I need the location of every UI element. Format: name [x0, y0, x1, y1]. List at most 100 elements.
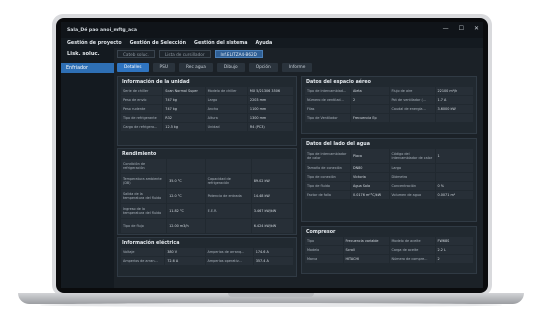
app-window: Sala_Dé pao anoi_mftg_aca — ☐ ✕ Gestión … — [61, 22, 483, 288]
agua-value-cell — [435, 173, 473, 181]
rendimiento-label-cell: Tipo de flujo — [121, 219, 167, 233]
panel-compresor: Compresor Tipo Frecuencia variable Modelo … — [301, 226, 477, 274]
compresor-label-cell: Número de compre... — [389, 255, 435, 263]
electrica-value-cell: 174.6 A — [253, 248, 293, 256]
unidad-value-cell: Scan Normal Super — [163, 87, 205, 95]
agua-label-cell: Volumen de agua — [389, 191, 435, 199]
agua-value-cell: 0.0176 m²°C/kW — [351, 191, 389, 199]
agua-label-cell: Concentración — [389, 182, 435, 190]
maximize-icon[interactable]: ☐ — [459, 26, 464, 32]
agua-label-cell: Tipo de fluido — [305, 182, 350, 190]
panel-unidad-title: Información de la unidad — [122, 80, 190, 85]
espacio-value-cell: 22100 m³/h — [435, 87, 473, 95]
rendimiento-label-cell: Temperatura ambiente (DB) — [121, 174, 167, 188]
laptop-shadow — [40, 303, 502, 307]
unidad-value-cell: 1300 mm — [247, 114, 293, 122]
rendimiento-value-cell: 89.02 kW — [251, 174, 293, 188]
unidad-label-cell: Modelo de chiller — [205, 87, 247, 95]
rendimiento-label-cell: Condición de refrigeración — [121, 159, 167, 173]
laptop-hinge-notch — [228, 293, 314, 297]
rendimiento-value-cell — [167, 159, 205, 173]
panel-electrica: Información eléctrica Voltaje 380 V Amperi… — [117, 237, 297, 277]
tab-informe[interactable]: Informe — [281, 63, 313, 72]
rendimiento-value-cell: 14.48 kW — [251, 189, 293, 203]
breadcrumb-chip-model[interactable]: Inf.ELITZA4-B62D — [214, 50, 263, 58]
panel-rendimiento: Rendimiento Condición de refrigeración Te… — [117, 148, 297, 235]
unidad-label-cell: Unidad — [205, 123, 247, 131]
unidad-label-cell: Tipo de refrigerante — [121, 114, 163, 122]
espacio-label-cell: Tipo de intercambiad... — [305, 87, 350, 95]
minimize-icon[interactable]: — — [443, 26, 449, 32]
agua-value-cell: Victoria — [351, 173, 389, 181]
compresor-label-cell: Modelo — [305, 246, 343, 254]
espacio-value-cell: 2 — [351, 96, 389, 104]
espacio-label-cell: Tipo de Ventilador — [305, 114, 350, 122]
unidad-value-cell: 1100 mm — [247, 105, 293, 113]
espacio-value-cell — [351, 105, 389, 113]
unidad-label-cell: Largo — [205, 96, 247, 104]
espacio-value-cell — [435, 114, 473, 122]
espacio-value-cell: 3.6000 kW — [435, 105, 473, 113]
panel-unidad-table: Serie de chiller Scan Normal Super Modelo … — [121, 87, 293, 131]
agua-label-cell: Código del intercambiador de calor — [389, 149, 435, 163]
espacio-value-cell: 1.7 A — [435, 96, 473, 104]
rendimiento-label-cell: Capacidad de refrigeración — [205, 174, 251, 188]
panel-espacio-title: Datos del espacio aéreo — [306, 80, 371, 85]
agua-label-cell: Diámetro — [389, 173, 435, 181]
sidebar: Lisk. soluc. Enfriador — [61, 48, 114, 288]
unidad-value-cell: 747 kg — [163, 105, 205, 113]
rendimiento-value-cell — [251, 159, 293, 173]
panel-agua-title: Datos del lado del agua — [306, 142, 370, 147]
rendimiento-value-cell: 3.467 kW/kW — [251, 204, 293, 218]
menu-item-ayuda[interactable]: Ayuda — [256, 41, 273, 46]
unidad-value-cell: MX 5/21306 3506 — [247, 87, 293, 95]
tab-dibujo[interactable]: Dibujo — [216, 63, 245, 72]
agua-value-cell: Agua Sola — [351, 182, 389, 190]
compresor-value-cell: Frecuencia variable — [343, 237, 389, 245]
menu-item-sistema[interactable]: Gestión del sistema — [194, 41, 248, 46]
unidad-value-cell: 2203 mm — [247, 96, 293, 104]
unidad-label-cell: Peso de envío — [121, 96, 163, 104]
espacio-label-cell: Número de ventilad... — [305, 96, 350, 104]
tab-psu[interactable]: PSU — [152, 63, 176, 72]
rendimiento-value-cell: 12.0 °C — [167, 189, 205, 203]
compresor-label-cell: Tipo — [305, 237, 343, 245]
menu-item-seleccion[interactable]: Gestión de Selección — [130, 41, 186, 46]
agua-value-cell: Placa — [351, 149, 389, 163]
espacio-value-cell: Frecuencia Ep — [351, 114, 389, 122]
compresor-label-cell: Carga de aceite — [389, 246, 435, 254]
espacio-label-cell — [389, 114, 435, 122]
rendimiento-value-cell: 11.82 °C — [167, 204, 205, 218]
menu-item-proyecto[interactable]: Gestión de proyecto — [67, 41, 122, 46]
compresor-value-cell: 2 — [435, 255, 473, 263]
unidad-value-cell: R32 — [163, 114, 205, 122]
agua-value-cell: 0 % — [435, 182, 473, 190]
tab-rec-agua[interactable]: Rec agua — [179, 63, 213, 72]
tab-detalles[interactable]: Detalles — [117, 63, 149, 72]
espacio-label-cell: Caudal de energía... — [389, 105, 435, 113]
compresor-value-cell: Scroll — [343, 246, 389, 254]
breadcrumb-chip-soluc[interactable]: Cateb soluc. — [117, 50, 155, 58]
sidebar-title: Lisk. soluc. — [67, 51, 100, 57]
unidad-label-cell: Peso rudente — [121, 105, 163, 113]
unidad-value-cell: 12.5 kg — [163, 123, 205, 131]
panel-unidad: Información de la unidad Serie de chille… — [117, 76, 297, 146]
agua-label-cell: Tamaño de conexión — [305, 164, 350, 172]
agua-label-cell: Tipo de intercambiador de calor — [305, 149, 350, 163]
window-controls: — ☐ ✕ — [443, 26, 479, 32]
breadcrumb-chip-lista[interactable]: Lista de cursillador — [158, 50, 211, 58]
tab-opcion[interactable]: Opción — [248, 63, 278, 72]
electrica-value-cell: 357.4 A — [253, 257, 293, 265]
rendimiento-label-cell: Potencia de entrada — [205, 189, 251, 203]
agua-label-cell: Tipo de conexión — [305, 173, 350, 181]
unidad-label-cell: Serie de chiller — [121, 87, 163, 95]
rendimiento-label-cell — [205, 159, 251, 173]
compresor-value-cell: HITACHI — [343, 255, 389, 263]
electrica-value-cell: 380 V — [165, 248, 205, 256]
panel-electrica-title: Información eléctrica — [122, 241, 180, 246]
agua-value-cell: DN80 — [351, 164, 389, 172]
rendimiento-value-cell: 35.0 °C — [167, 174, 205, 188]
panel-rendimiento-title: Rendimiento — [122, 152, 157, 157]
close-icon[interactable]: ✕ — [474, 26, 479, 32]
sidebar-item-enfriador[interactable]: Enfriador — [61, 63, 114, 73]
